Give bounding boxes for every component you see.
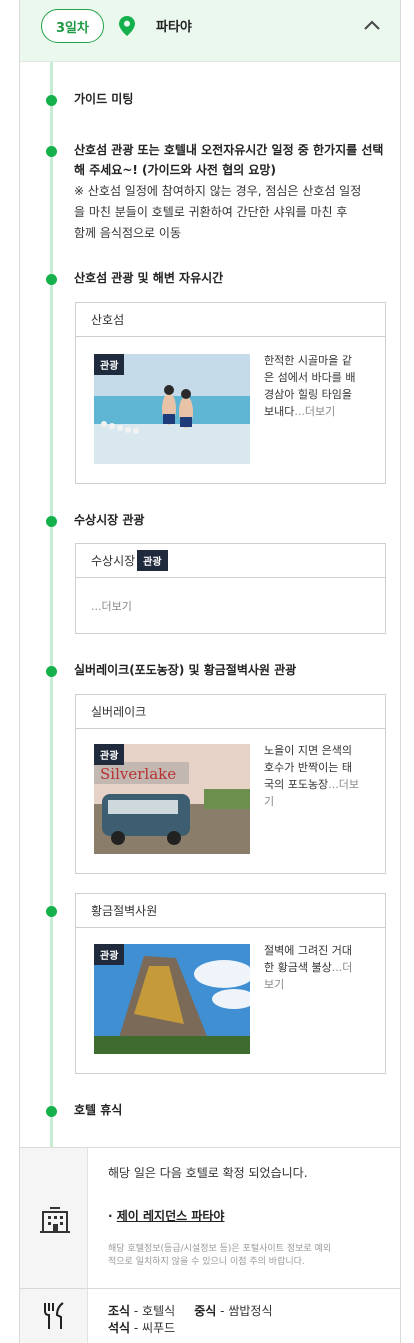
coral-island-photo[interactable]: 관광 bbox=[94, 354, 250, 464]
place-name: 산호섬 bbox=[76, 303, 385, 337]
place-card[interactable]: 산호섬 관광 한적한 시골마을 같 은 섬에서 바다를 배 경삼아 힐링 타임을 bbox=[75, 302, 386, 484]
step-title: 실버레이크(포도농장) 및 황금절벽사원 관광 bbox=[74, 663, 297, 677]
category-badge: 관광 bbox=[94, 354, 125, 375]
more-link[interactable]: ...더보 bbox=[328, 778, 359, 791]
step-title: 산호섬 관광 또는 호텔내 오전자유시간 일정 중 한가지를 선택 bbox=[74, 143, 384, 157]
timeline-dot bbox=[46, 146, 57, 157]
category-badge: 관광 bbox=[137, 550, 168, 571]
place-name: 수상시장 bbox=[91, 554, 136, 568]
place-card[interactable]: 수상시장 관광 ...더보기 bbox=[75, 543, 386, 634]
step-title: 산호섬 관광 및 해변 자유시간 bbox=[74, 271, 224, 285]
chevron-up-icon[interactable] bbox=[363, 18, 381, 32]
timeline-dot bbox=[46, 906, 57, 917]
step-note: 을 마친 분들이 호텔로 귀환하여 간단한 샤워를 마친 후 bbox=[74, 205, 348, 219]
day-badge: 3일차 bbox=[41, 9, 104, 43]
place-description: 노을이 지면 은색의 호수가 반짝이는 태 국의 포도농장...더보 기 bbox=[264, 742, 376, 810]
meal-info-row: 조식 - 호텔식 중식 - 쌈밥정식 석식 - 씨푸드 bbox=[20, 1288, 400, 1343]
step-note: ※ 산호섬 일정에 참여하지 않는 경우, 점심은 산호섬 일정 bbox=[74, 184, 362, 198]
place-card[interactable]: 황금절벽사원 관광 절벽에 그려진 거대 한 황금색 불상...더 보기 bbox=[75, 893, 386, 1074]
hotel-link-row: · 제이 레지던스 파타야 bbox=[108, 1209, 225, 1223]
more-link[interactable]: ...더 bbox=[332, 961, 353, 974]
more-link[interactable]: 보기 bbox=[264, 976, 376, 993]
timeline-dot bbox=[46, 516, 57, 527]
day-header[interactable]: 3일차 파타야 bbox=[20, 0, 400, 62]
location-pin-icon bbox=[119, 16, 135, 36]
category-badge: 관광 bbox=[94, 944, 125, 965]
place-name: 실버레이크 bbox=[76, 695, 385, 729]
step-note: 함께 음식점으로 이동 bbox=[74, 226, 181, 240]
timeline-dot bbox=[46, 274, 57, 285]
hotel-confirm-text: 해당 일은 다음 호텔로 확정 되었습니다. bbox=[108, 1166, 308, 1180]
step-title: 해 주세요~! (가이드와 사전 협의 요망) bbox=[74, 163, 276, 177]
itinerary-day-panel: 3일차 파타야 가이드 미팅 산호섬 관광 또는 호텔내 오전자유시간 일정 중… bbox=[19, 0, 401, 1343]
utensils-icon bbox=[44, 1302, 64, 1329]
timeline-dot bbox=[46, 666, 57, 677]
building-icon bbox=[40, 1207, 70, 1233]
svg-text:Silverlake: Silverlake bbox=[100, 765, 176, 783]
place-card[interactable]: 실버레이크 Silverlake 관광 노을이 지면 은색의 호수가 반짝이는 … bbox=[75, 694, 386, 874]
meal-icon-column bbox=[20, 1289, 88, 1343]
city-name: 파타야 bbox=[156, 20, 192, 35]
silverlake-photo[interactable]: Silverlake 관광 bbox=[94, 744, 250, 854]
golden-buddha-cliff-photo[interactable]: 관광 bbox=[94, 944, 250, 1054]
place-description: 절벽에 그려진 거대 한 황금색 불상...더 보기 bbox=[264, 942, 376, 993]
place-name: 황금절벽사원 bbox=[76, 894, 385, 928]
more-link[interactable]: ...더보기 bbox=[91, 600, 132, 613]
place-description: ...더보기 bbox=[91, 598, 203, 615]
hotel-info-row: 해당 일은 다음 호텔로 확정 되었습니다. · 제이 레지던스 파타야 해당 … bbox=[20, 1147, 400, 1288]
timeline-line bbox=[50, 62, 53, 1147]
meal-line-1: 조식 - 호텔식 중식 - 쌈밥정식 bbox=[108, 1304, 273, 1318]
hotel-icon-column bbox=[20, 1148, 88, 1288]
timeline-dot bbox=[46, 95, 57, 106]
timeline-dot bbox=[46, 1106, 57, 1117]
more-link[interactable]: 기 bbox=[264, 793, 376, 810]
more-link[interactable]: ...더보기 bbox=[294, 405, 335, 418]
category-badge: 관광 bbox=[94, 744, 125, 765]
step-title: 호텔 휴식 bbox=[74, 1103, 123, 1117]
step-title: 수상시장 관광 bbox=[74, 513, 145, 527]
place-description: 한적한 시골마을 같 은 섬에서 바다를 배 경삼아 힐링 타임을 보내다...… bbox=[264, 354, 356, 418]
place-name-row: 수상시장 관광 bbox=[76, 544, 385, 578]
step-title: 가이드 미팅 bbox=[74, 92, 134, 106]
meal-line-2: 석식 - 씨푸드 bbox=[108, 1321, 176, 1335]
hotel-name-link[interactable]: 제이 레지던스 파타야 bbox=[117, 1209, 225, 1223]
hotel-disclaimer: 해당 호텔정보(등급/시설정보 등)은 포털사이트 정보로 예외 적으로 일치하… bbox=[108, 1244, 332, 1267]
